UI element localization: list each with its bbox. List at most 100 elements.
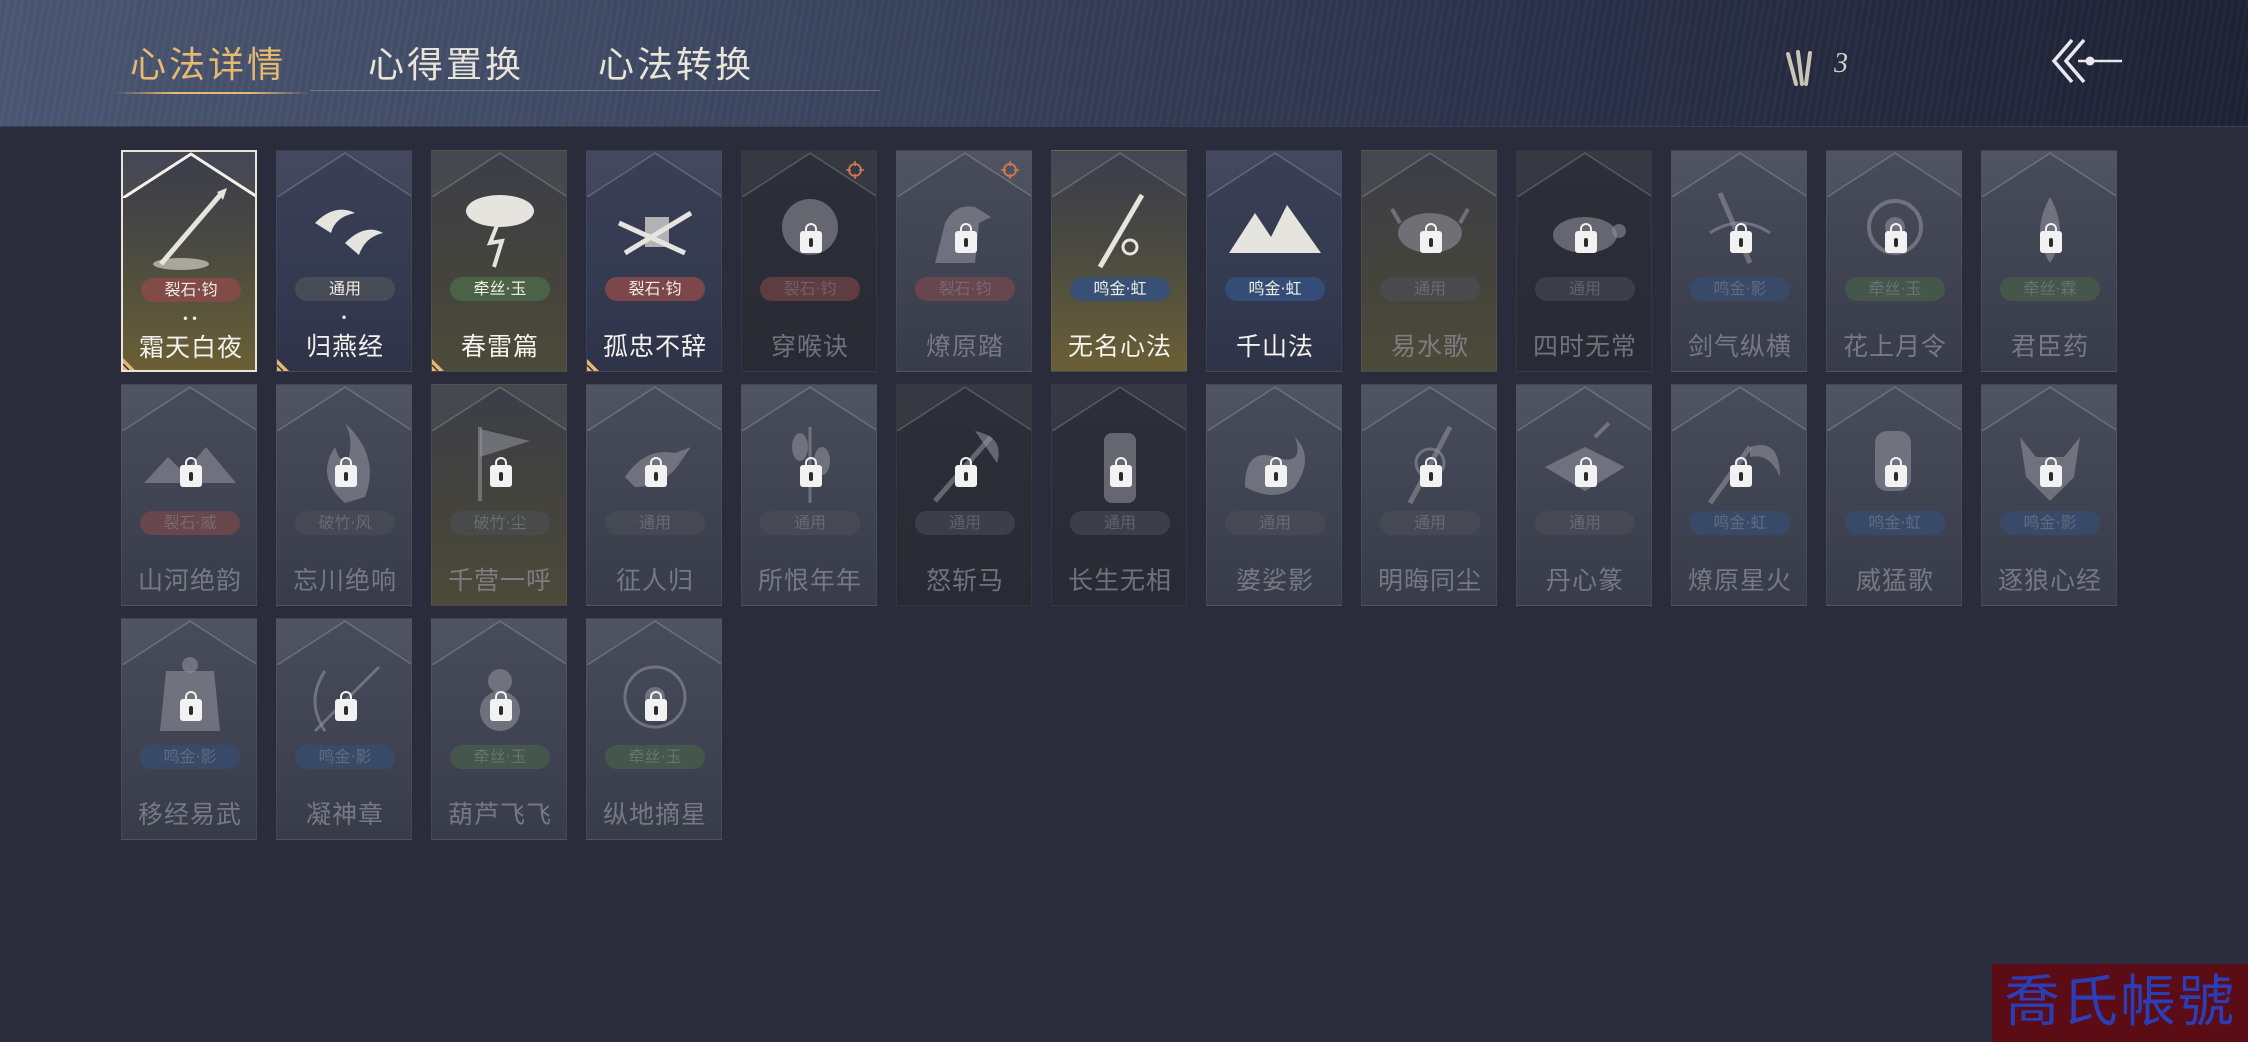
back-button[interactable] bbox=[2048, 34, 2128, 92]
skill-card[interactable]: 鸣金·虹威猛歌 bbox=[1826, 384, 1962, 606]
school-badge: 裂石·钧 bbox=[605, 277, 705, 301]
skill-card[interactable]: 鸣金·虹 燎原星火 bbox=[1671, 384, 1807, 606]
skill-name: 怒斩马 bbox=[925, 566, 1004, 595]
skill-card[interactable]: 通用 所恨年年 bbox=[741, 384, 877, 606]
school-badge: 鸣金·虹 bbox=[1845, 511, 1945, 535]
school-badge: 鸣金·虹 bbox=[1070, 277, 1170, 301]
school-badge: 牵丝·玉 bbox=[605, 745, 705, 769]
skill-card[interactable]: 通用 • 归燕经 bbox=[276, 150, 412, 372]
skill-card[interactable]: 牵丝·玉 葫芦飞飞 bbox=[431, 618, 567, 840]
top-bar bbox=[0, 0, 2248, 127]
equipped-corner-icon bbox=[432, 355, 448, 371]
school-badge: 通用 bbox=[295, 277, 395, 301]
skill-name: 长生无相 bbox=[1067, 566, 1172, 595]
school-badge: 牵丝·霖 bbox=[2000, 277, 2100, 301]
skill-name: 穿喉诀 bbox=[770, 332, 849, 361]
school-badge: 通用 bbox=[605, 511, 705, 535]
skill-name: 忘川绝响 bbox=[292, 566, 397, 595]
lock-icon bbox=[1420, 223, 1442, 253]
school-badge: 裂石·钧 bbox=[141, 278, 241, 302]
lock-icon bbox=[2040, 457, 2062, 487]
skill-card[interactable]: 牵丝·玉 花上月令 bbox=[1826, 150, 1962, 372]
school-badge: 通用 bbox=[915, 511, 1015, 535]
crosshair-icon bbox=[846, 161, 864, 179]
blades-icon bbox=[605, 183, 705, 273]
equipped-corner-icon bbox=[123, 354, 139, 370]
skill-card[interactable]: 裂石·钧 •• 霜天白夜 bbox=[121, 150, 257, 372]
lock-icon bbox=[800, 223, 822, 253]
school-badge: 裂石·钧 bbox=[915, 277, 1015, 301]
skill-card[interactable]: 通用 明晦同尘 bbox=[1361, 384, 1497, 606]
skill-name: 燎原踏 bbox=[925, 332, 1004, 361]
thunder-icon bbox=[450, 183, 550, 273]
skill-card[interactable]: 牵丝·玉 春雷篇 bbox=[431, 150, 567, 372]
skill-name: 孤忠不辞 bbox=[602, 332, 707, 361]
skill-card[interactable]: 通用 征人归 bbox=[586, 384, 722, 606]
skill-card[interactable]: 鸣金·影 逐狼心经 bbox=[1981, 384, 2117, 606]
skill-name: 春雷篇 bbox=[460, 332, 539, 361]
skill-name: 逐狼心经 bbox=[1997, 566, 2102, 595]
skill-card[interactable]: 裂石·钧燎原踏 bbox=[896, 150, 1032, 372]
skill-card[interactable]: 通用 长生无相 bbox=[1051, 384, 1187, 606]
mountains-icon bbox=[1225, 183, 1325, 273]
school-badge: 破竹·尘 bbox=[450, 511, 550, 535]
spear-icon bbox=[141, 184, 241, 274]
level-dots: •• bbox=[181, 312, 201, 326]
skill-name: 威猛歌 bbox=[1855, 566, 1934, 595]
skill-card[interactable]: 破竹·尘千营一呼 bbox=[431, 384, 567, 606]
school-badge: 通用 bbox=[760, 511, 860, 535]
sword-icon bbox=[1070, 183, 1170, 273]
lock-icon bbox=[180, 457, 202, 487]
skill-card[interactable]: 通用 四时无常 bbox=[1516, 150, 1652, 372]
skill-name: 剑气纵横 bbox=[1687, 332, 1792, 361]
equipped-corner-icon bbox=[587, 355, 603, 371]
school-badge: 通用 bbox=[1225, 511, 1325, 535]
skill-card[interactable]: 裂石·钧 穿喉诀 bbox=[741, 150, 877, 372]
lock-icon bbox=[800, 457, 822, 487]
skill-name: 丹心篆 bbox=[1545, 566, 1624, 595]
lock-icon bbox=[335, 457, 357, 487]
skill-card[interactable]: 裂石·威 山河绝韵 bbox=[121, 384, 257, 606]
lock-icon bbox=[1885, 457, 1907, 487]
back-arrow-icon bbox=[2051, 38, 2122, 84]
skill-name: 千山法 bbox=[1235, 332, 1314, 361]
lock-icon bbox=[645, 457, 667, 487]
equipped-corner-icon bbox=[277, 355, 293, 371]
skill-card[interactable]: 牵丝·玉纵地摘星 bbox=[586, 618, 722, 840]
skill-name: 易水歌 bbox=[1390, 332, 1469, 361]
lock-icon bbox=[1730, 223, 1752, 253]
school-badge: 鸣金·虹 bbox=[1690, 511, 1790, 535]
skill-card[interactable]: 鸣金·影 凝神章 bbox=[276, 618, 412, 840]
skill-card[interactable]: 通用 丹心篆 bbox=[1516, 384, 1652, 606]
swallows-icon bbox=[295, 183, 395, 273]
lock-icon bbox=[2040, 223, 2062, 253]
skill-name: 葫芦飞飞 bbox=[447, 800, 552, 829]
skill-card[interactable]: 裂石·钧孤忠不辞 bbox=[586, 150, 722, 372]
skill-card[interactable]: 鸣金·虹 无名心法 bbox=[1051, 150, 1187, 372]
skill-card[interactable]: 牵丝·霖君臣药 bbox=[1981, 150, 2117, 372]
tab-divider bbox=[310, 90, 880, 91]
skill-name: 千营一呼 bbox=[447, 566, 552, 595]
skill-name: 纵地摘星 bbox=[602, 800, 707, 829]
skill-name: 山河绝韵 bbox=[137, 566, 242, 595]
active-tab-underline bbox=[114, 92, 310, 94]
skill-card[interactable]: 破竹·风 忘川绝响 bbox=[276, 384, 412, 606]
skill-name: 所恨年年 bbox=[757, 566, 862, 595]
skill-card[interactable]: 鸣金·影 剑气纵横 bbox=[1671, 150, 1807, 372]
tally-sticks-icon bbox=[1782, 48, 1822, 92]
school-badge: 鸣金·影 bbox=[295, 745, 395, 769]
tab-skill-convert[interactable]: 心法转换 bbox=[598, 36, 754, 88]
tab-insight-exchange[interactable]: 心得置换 bbox=[368, 36, 524, 88]
lock-icon bbox=[1265, 457, 1287, 487]
skill-card[interactable]: 通用 婆娑影 bbox=[1206, 384, 1342, 606]
skill-card[interactable]: 通用 怒斩马 bbox=[896, 384, 1032, 606]
skill-name: 花上月令 bbox=[1842, 332, 1947, 361]
tab-skill-details[interactable]: 心法详情 bbox=[130, 36, 286, 88]
skill-card[interactable]: 鸣金·虹 千山法 bbox=[1206, 150, 1342, 372]
lock-icon bbox=[1575, 223, 1597, 253]
skill-name: 君臣药 bbox=[2010, 332, 2089, 361]
lock-icon bbox=[1730, 457, 1752, 487]
skill-card[interactable]: 通用 易水歌 bbox=[1361, 150, 1497, 372]
lock-icon bbox=[1575, 457, 1597, 487]
skill-card[interactable]: 鸣金·影 移经易武 bbox=[121, 618, 257, 840]
